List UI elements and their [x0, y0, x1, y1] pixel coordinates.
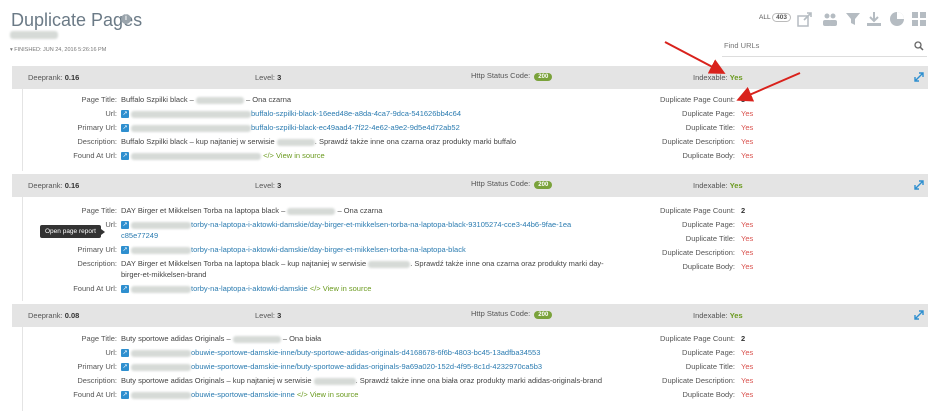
share-icon[interactable]	[797, 11, 813, 27]
open-page-report-icon[interactable]: ↗	[121, 349, 129, 358]
open-page-report-icon[interactable]: ↗	[121, 391, 129, 400]
dup-count: 2	[741, 334, 746, 343]
all-filter[interactable]: ALL 403	[759, 13, 791, 22]
found-at-link[interactable]: ↗ torby-na-laptopa-i-aktowki-damskie </> …	[121, 284, 372, 294]
search-box	[722, 38, 927, 57]
page-title-value: DAY Birger et Mikkelsen Torba na laptopa…	[121, 206, 383, 215]
description-value: Buffalo Szpilki black – kup najtaniej w …	[121, 137, 517, 146]
indexable: Indexable: Yes	[693, 181, 743, 190]
status-badge: 200	[534, 181, 553, 189]
url-link[interactable]: ↗ buffalo-szpilki-black-16eed48e-a8da-4ca…	[121, 109, 461, 119]
search-icon[interactable]	[914, 41, 924, 51]
result-details: Page Title: Buffalo Szpilki black – – Ona…	[22, 89, 928, 171]
dup-count: 2	[741, 206, 746, 215]
deeprank: Deeprank: 0.08	[28, 311, 80, 320]
view-in-source-link[interactable]: </> View in source	[263, 151, 325, 160]
dup-page: Yes	[741, 109, 754, 118]
description-value: Buty sportowe adidas Originals – kup naj…	[121, 376, 602, 385]
open-page-report-icon[interactable]: ↗	[121, 285, 129, 294]
primary-url-link[interactable]: ↗ torby-na-laptopa-i-aktowki-damskie/day-…	[121, 245, 466, 255]
url-link[interactable]: ↗ obuwie-sportowe-damskie-inne/buty-sport…	[121, 348, 540, 358]
result-header: Deeprank: 0.16 Level: 3 Http Status Code…	[12, 174, 928, 197]
all-count: 403	[772, 13, 791, 22]
download-icon[interactable]	[866, 11, 882, 27]
result-card: Deeprank: 0.16 Level: 3 Http Status Code…	[12, 66, 928, 171]
primary-url-link[interactable]: ↗ obuwie-sportowe-damskie-inne/buty-sport…	[121, 362, 542, 372]
view-in-source-link[interactable]: </> View in source	[310, 284, 372, 293]
open-page-report-icon[interactable]: ↗	[121, 110, 129, 119]
http-status: Http Status Code: 200	[471, 71, 553, 81]
result-card: Deeprank: 0.16 Level: 3 Http Status Code…	[12, 174, 928, 301]
found-at-link[interactable]: ↗ </> View in source	[121, 151, 325, 161]
tooltip: Open page report	[40, 225, 105, 238]
result-card: Deeprank: 0.08 Level: 3 Http Status Code…	[12, 304, 928, 411]
result-header: Deeprank: 0.16 Level: 3 Http Status Code…	[12, 66, 928, 89]
open-page-report-icon[interactable]: ↗	[121, 221, 129, 230]
url-link-continued[interactable]: c85e77249	[121, 231, 158, 240]
found-at-link[interactable]: ↗ obuwie-sportowe-damskie-inne </> View i…	[121, 390, 359, 400]
pie-chart-icon[interactable]	[889, 11, 905, 27]
url-link[interactable]: ↗ torby-na-laptopa-i-aktowki-damskie/day-…	[121, 220, 571, 230]
users-icon[interactable]	[822, 11, 838, 27]
filter-icon[interactable]	[845, 11, 861, 27]
status-badge: 200	[534, 311, 553, 319]
level: Level: 3	[255, 311, 282, 320]
dup-body: Yes	[741, 262, 754, 271]
expand-icon[interactable]	[913, 71, 925, 83]
http-status: Http Status Code: 200	[471, 309, 553, 319]
dup-page: Yes	[741, 348, 754, 357]
dup-title: Yes	[741, 123, 754, 132]
dup-body: Yes	[741, 390, 754, 399]
level: Level: 3	[255, 73, 282, 82]
project-name-redacted	[10, 31, 58, 39]
result-details: Page Title: DAY Birger et Mikkelsen Torba…	[22, 197, 928, 301]
result-header: Deeprank: 0.08 Level: 3 Http Status Code…	[12, 304, 928, 327]
page-header: Duplicate Pages i ▾ FINISHED: JUN 24, 20…	[0, 0, 940, 62]
status-badge: 200	[534, 73, 553, 81]
primary-url-link[interactable]: ↗ buffalo-szpilki-black-ec49aad4-7f22-4e6…	[121, 123, 460, 133]
result-details: Page Title: Buty sportowe adidas Original…	[22, 327, 928, 411]
dup-count: 3	[741, 95, 746, 104]
expand-icon[interactable]	[913, 309, 925, 321]
deeprank: Deeprank: 0.16	[28, 73, 80, 82]
http-status: Http Status Code: 200	[471, 179, 553, 189]
finished-text: FINISHED: JUN 24, 2016 5:26:16 PM	[14, 47, 107, 53]
dup-description: Yes	[741, 137, 754, 146]
dup-title: Yes	[741, 362, 754, 371]
dup-page: Yes	[741, 220, 754, 229]
indexable: Indexable: Yes	[693, 311, 743, 320]
finished-timestamp: ▾ FINISHED: JUN 24, 2016 5:26:16 PM	[10, 47, 107, 53]
dup-body: Yes	[741, 151, 754, 160]
dup-description: Yes	[741, 248, 754, 257]
indexable: Indexable: Yes	[693, 73, 743, 82]
description-continued: birger-et-mikkelsen-brand	[121, 270, 207, 279]
dup-description: Yes	[741, 376, 754, 385]
expand-icon[interactable]	[913, 179, 925, 191]
all-label: ALL	[759, 14, 771, 21]
page-title-value: Buffalo Szpilki black – – Ona czarna	[121, 95, 292, 104]
grid-view-icon[interactable]	[911, 11, 927, 27]
level: Level: 3	[255, 181, 282, 190]
deeprank: Deeprank: 0.16	[28, 181, 80, 190]
description-value: DAY Birger et Mikkelsen Torba na laptopa…	[121, 259, 604, 268]
open-page-report-icon[interactable]: ↗	[121, 363, 129, 372]
view-in-source-link[interactable]: </> View in source	[297, 390, 359, 399]
dup-title: Yes	[741, 234, 754, 243]
open-page-report-icon[interactable]: ↗	[121, 152, 129, 161]
search-input[interactable]	[724, 41, 904, 50]
open-page-report-icon[interactable]: ↗	[121, 124, 129, 133]
page-title-value: Buty sportowe adidas Originals – – Ona b…	[121, 334, 322, 343]
info-icon[interactable]: i	[121, 14, 131, 24]
open-page-report-icon[interactable]: ↗	[121, 246, 129, 255]
